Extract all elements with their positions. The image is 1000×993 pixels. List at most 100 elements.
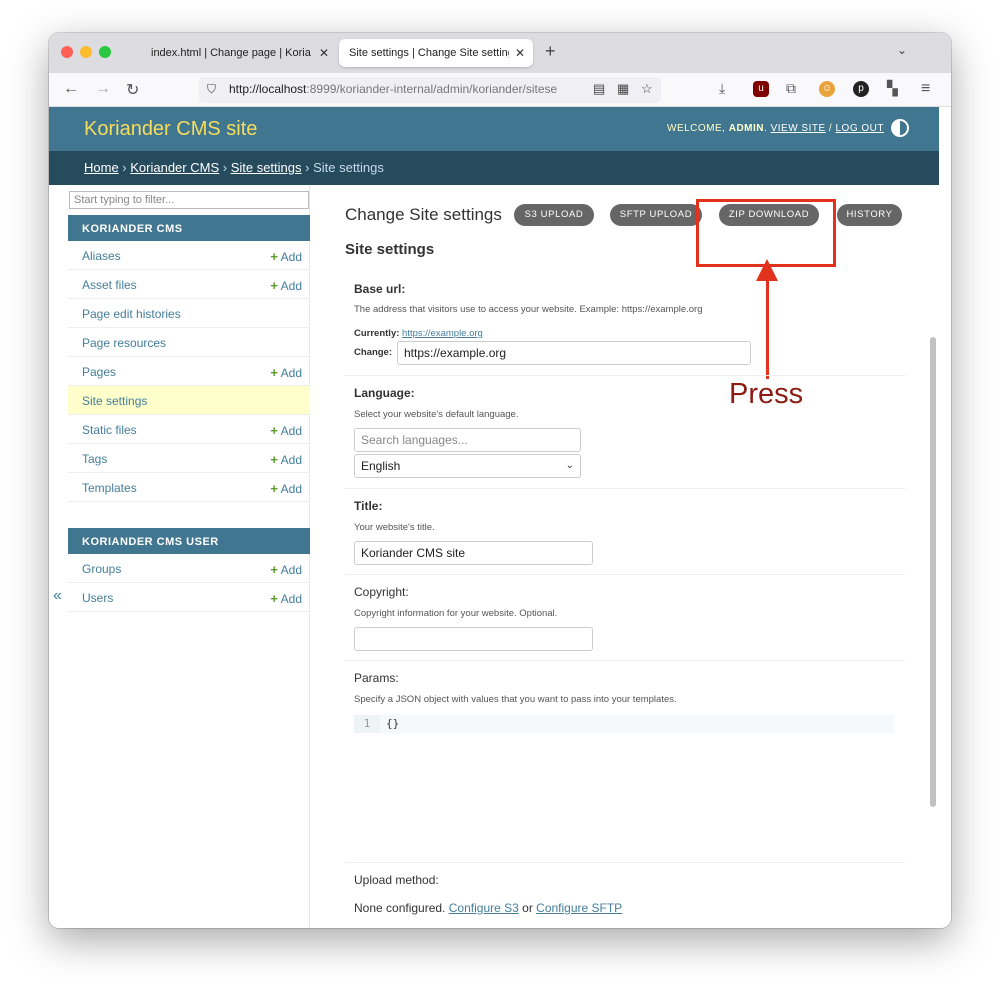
shield-icon[interactable]: ⛉ [207,82,216,97]
copyright-label: Copyright: [354,585,409,599]
configure-s3-link[interactable]: Configure S3 [449,901,519,915]
ublock-icon[interactable]: u [753,81,769,97]
title-input[interactable]: Koriander CMS site [354,541,593,565]
close-tab-icon[interactable]: ✕ [515,39,525,67]
theme-toggle-icon[interactable] [891,119,909,137]
url-text[interactable]: http://localhost:8999/koriander-internal… [229,82,579,96]
language-select[interactable]: English ⌄ [354,454,581,478]
breadcrumb: Home › Koriander CMS › Site settings › S… [49,151,939,185]
add-label: Add [280,563,302,577]
s3-upload-button[interactable]: S3 UPLOAD [514,204,594,226]
sidebar-item-asset-files[interactable]: Asset files + Add [68,270,310,299]
sidebar-collapse-button[interactable]: « [53,587,62,605]
add-groups-button[interactable]: + Add [270,562,302,577]
extension-p-icon[interactable]: p [853,81,869,97]
breadcrumb-current: Site settings [313,160,384,175]
sidebar-item-pages[interactable]: Pages + Add [68,357,310,386]
add-templates-button[interactable]: + Add [270,481,302,496]
or-text: or [522,901,533,915]
sidebar-filter-input[interactable]: Start typing to filter... [69,191,309,209]
breadcrumb-model[interactable]: Site settings [231,160,302,175]
plus-icon: + [270,481,278,496]
add-label: Add [280,250,302,264]
log-out-link[interactable]: LOG OUT [835,123,884,134]
zoom-window-button[interactable] [99,46,111,58]
download-icon[interactable]: ⤓ [719,80,725,97]
url-bar[interactable]: ⛉ http://localhost:8999/koriander-intern… [199,77,661,103]
minimize-window-button[interactable] [80,46,92,58]
params-code-editor[interactable]: 1 {} [354,715,894,733]
history-button[interactable]: HISTORY [837,204,902,226]
chevron-down-icon: ⌄ [565,460,574,471]
language-selected-value: English [361,459,401,473]
sidebar-item-label[interactable]: Pages [82,365,116,379]
close-window-button[interactable] [61,46,73,58]
sidebar-item-label[interactable]: Page edit histories [82,307,181,321]
module-caption[interactable]: KORIANDER CMS USER [68,528,310,554]
base-url-input[interactable]: https://example.org [397,341,751,365]
breadcrumb-app[interactable]: Koriander CMS [130,160,219,175]
module-caption[interactable]: KORIANDER CMS [68,215,310,241]
sidebar-item-templates[interactable]: Templates + Add [68,473,310,502]
sidebar-item-label[interactable]: Tags [82,452,107,466]
sidebar-item-label[interactable]: Site settings [82,394,147,408]
sidebar-item-label[interactable]: Templates [82,481,137,495]
copyright-input[interactable] [354,627,593,651]
menu-icon[interactable]: ≡ [921,80,930,98]
new-tab-icon[interactable]: + [545,41,556,62]
sidebar-item-aliases[interactable]: Aliases + Add [68,241,310,270]
url-host: http://localhost [229,82,307,96]
add-asset-files-button[interactable]: + Add [270,278,302,293]
line-number: 1 [354,715,380,733]
welcome-text: WELCOME, [667,123,726,134]
reader-view-icon[interactable]: ▤ [593,81,605,97]
base-url-field: Base url: The address that visitors use … [345,273,905,376]
code-line[interactable]: {} [386,715,399,733]
breadcrumb-home[interactable]: Home [84,160,119,175]
bookmark-star-icon[interactable]: ☆ [641,81,653,97]
add-tags-button[interactable]: + Add [270,452,302,467]
configure-sftp-link[interactable]: Configure SFTP [536,901,622,915]
extensions-icon[interactable]: ⧉ [786,80,796,97]
sidebar-item-users[interactable]: Users + Add [68,583,310,612]
chevron-down-icon[interactable]: ⌄ [897,43,907,57]
currently-link[interactable]: https://example.org [402,328,483,339]
sidebar-item-page-edit-histories[interactable]: Page edit histories [68,299,310,328]
qr-code-icon[interactable]: ▦ [617,81,629,97]
sftp-upload-button[interactable]: SFTP UPLOAD [610,204,702,226]
sidebar-item-label[interactable]: Aliases [82,249,121,263]
sidebar-item-label[interactable]: Groups [82,562,121,576]
sidebar-item-tags[interactable]: Tags + Add [68,444,310,473]
browser-tab-site-settings[interactable]: Site settings | Change Site settings | ✕ [339,39,533,67]
apps-icon[interactable]: ▚ [887,80,898,97]
back-icon[interactable]: ← [63,80,79,98]
add-aliases-button[interactable]: + Add [270,249,302,264]
add-label: Add [280,482,302,496]
view-site-link[interactable]: VIEW SITE [771,123,826,134]
add-pages-button[interactable]: + Add [270,365,302,380]
sidebar-item-groups[interactable]: Groups + Add [68,554,310,583]
sidebar-item-label[interactable]: Static files [82,423,137,437]
browser-tab-index[interactable]: index.html | Change page | Koriande ✕ [141,39,337,67]
add-users-button[interactable]: + Add [270,591,302,606]
close-tab-icon[interactable]: ✕ [319,39,329,67]
page-scrollbar[interactable] [930,337,936,807]
extension-face-icon[interactable]: ☺ [819,81,835,97]
sidebar-item-label[interactable]: Users [82,591,113,605]
reload-icon[interactable]: ↻ [126,80,139,100]
forward-icon[interactable]: → [95,80,111,98]
site-name[interactable]: Koriander CMS site [84,118,257,141]
user-tools: WELCOME, ADMIN. VIEW SITE / LOG OUT [667,123,884,134]
language-field: Language: Select your website's default … [345,376,905,489]
currently-label: Currently: [354,328,400,339]
module-koriander-cms-user: KORIANDER CMS USER Groups + Add Users + Ad… [68,528,310,612]
fieldset-heading: Site settings [345,241,435,258]
sidebar-item-label[interactable]: Page resources [82,336,166,350]
sidebar-item-site-settings[interactable]: Site settings [68,386,310,415]
language-search-input[interactable]: Search languages... [354,428,581,452]
sidebar-item-page-resources[interactable]: Page resources [68,328,310,357]
title-label: Title: [354,499,383,513]
sidebar-item-static-files[interactable]: Static files + Add [68,415,310,444]
add-static-files-button[interactable]: + Add [270,423,302,438]
sidebar-item-label[interactable]: Asset files [82,278,137,292]
